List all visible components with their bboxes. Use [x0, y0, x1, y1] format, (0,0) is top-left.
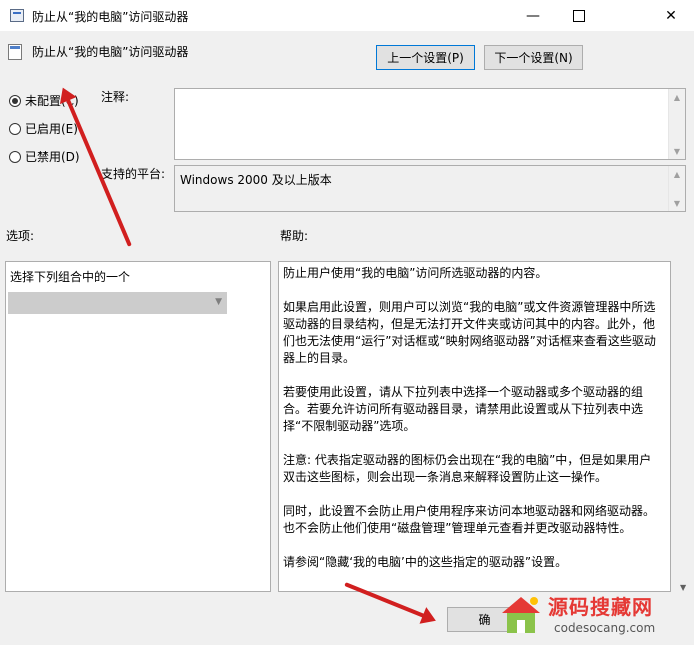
scroll-down-icon[interactable]: ▼: [669, 143, 685, 159]
radio-disabled[interactable]: 已禁用(D): [9, 148, 80, 165]
comment-label: 注释:: [101, 90, 130, 104]
help-panel: 防止用户使用“我的电脑”访问所选驱动器的内容。 如果启用此设置，则用户可以浏览“…: [278, 261, 671, 592]
help-paragraph: 如果启用此设置，则用户可以浏览“我的电脑”或文件资源管理器中所选驱动器的目录结构…: [283, 300, 656, 365]
close-button[interactable]: ✕: [648, 0, 694, 31]
radio-label: 已启用(E): [25, 122, 78, 136]
maximize-button[interactable]: [556, 0, 602, 31]
comment-scrollbar[interactable]: ▲ ▼: [668, 89, 685, 159]
platform-box: Windows 2000 及以上版本 ▲ ▼: [174, 165, 686, 212]
help-paragraph: 防止用户使用“我的电脑”访问所选驱动器的内容。: [283, 266, 548, 280]
watermark-brand: 源码搜藏网: [548, 595, 653, 619]
help-label: 帮助:: [280, 229, 309, 243]
radio-circle[interactable]: [9, 94, 21, 107]
setting-icon: [8, 44, 22, 60]
chevron-down-icon[interactable]: ▼: [215, 297, 222, 307]
help-paragraph: 若要使用此设置，请从下拉列表中选择一个驱动器或多个驱动器的组合。若要允许访问所有…: [283, 385, 644, 433]
help-paragraph: 同时，此设置不会防止用户使用程序来访问本地驱动器和网络驱动器。也不会防止他们使用…: [283, 504, 656, 535]
help-text: 防止用户使用“我的电脑”访问所选驱动器的内容。 如果启用此设置，则用户可以浏览“…: [283, 265, 663, 588]
title-bar: 防止从“我的电脑”访问驱动器 — ✕: [0, 0, 694, 31]
help-paragraph: 注意: 代表指定驱动器的图标仍会出现在“我的电脑”中，但是如果用户双击这些图标，…: [283, 453, 652, 484]
drive-combination-dropdown[interactable]: ▼: [8, 292, 227, 314]
scroll-up-icon[interactable]: ▲: [669, 89, 685, 105]
next-setting-button[interactable]: 下一个设置(N): [484, 45, 583, 70]
help-paragraph: 请参阅“隐藏‘我的电脑’中的这些指定的驱动器”设置。: [283, 555, 568, 569]
options-label: 选项:: [6, 229, 35, 243]
house-logo-icon: [502, 597, 540, 633]
maximize-icon: [573, 9, 585, 22]
policy-window-icon: [10, 9, 24, 22]
comment-textarea[interactable]: ▲ ▼: [174, 88, 686, 160]
radio-circle[interactable]: [9, 122, 21, 135]
minimize-button[interactable]: —: [510, 0, 556, 31]
watermark: 源码搜藏网 codesocang.com: [498, 585, 694, 645]
previous-setting-button[interactable]: 上一个设置(P): [376, 45, 475, 70]
scroll-up-icon[interactable]: ▲: [669, 166, 685, 182]
platform-label: 支持的平台:: [101, 167, 166, 181]
radio-circle[interactable]: [9, 150, 21, 163]
window-title: 防止从“我的电脑”访问驱动器: [32, 10, 189, 24]
watermark-url: codesocang.com: [554, 621, 656, 635]
platform-value: Windows 2000 及以上版本: [180, 173, 332, 187]
combo-label: 选择下列组合中的一个: [10, 270, 131, 284]
scroll-down-icon[interactable]: ▼: [669, 195, 685, 211]
dialog-scrollbar[interactable]: ▼: [677, 261, 694, 592]
platform-scrollbar[interactable]: ▲ ▼: [668, 166, 685, 211]
radio-enabled[interactable]: 已启用(E): [9, 120, 78, 137]
setting-title: 防止从“我的电脑”访问驱动器: [32, 45, 189, 59]
radio-label: 已禁用(D): [25, 150, 80, 164]
